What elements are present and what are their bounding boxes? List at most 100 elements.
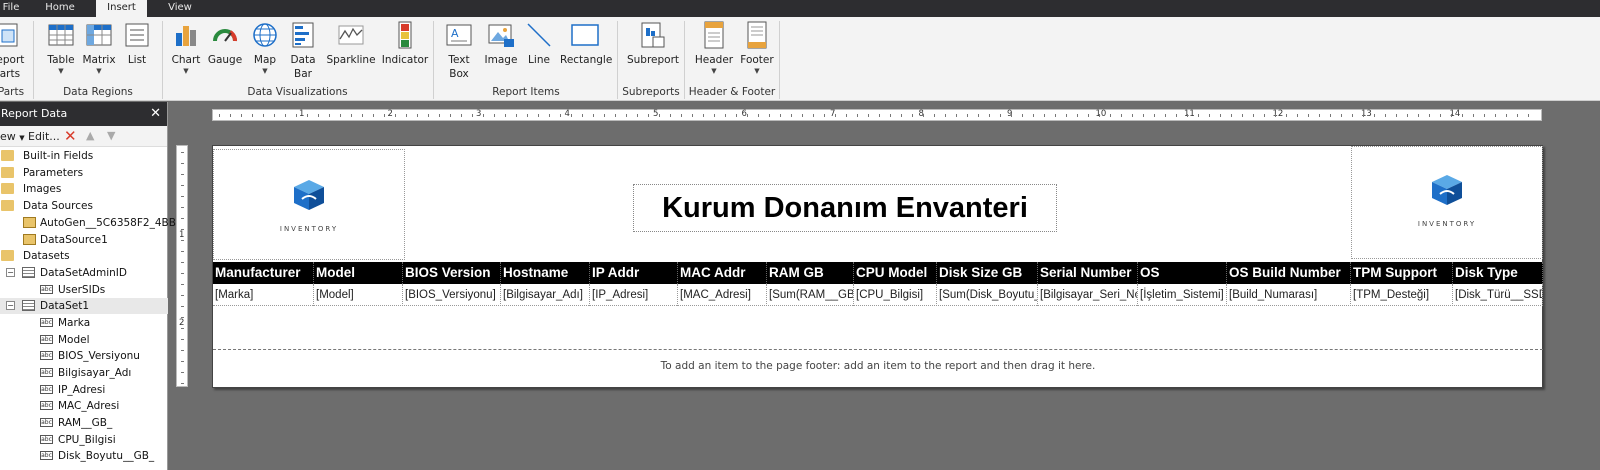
- detail-field-cell[interactable]: [İşletim_Sistemi]: [1138, 284, 1227, 306]
- logo-text: INVENTORY: [1417, 220, 1477, 228]
- collapse-icon[interactable]: −: [6, 301, 15, 310]
- report-parts-button[interactable]: Report Parts: [0, 21, 28, 81]
- ruler-tick: [181, 339, 184, 340]
- tree-dataset-item[interactable]: − DataSet1: [0, 298, 168, 314]
- ruler-tick: [263, 114, 264, 117]
- inventory-logo-icon: [294, 180, 324, 210]
- sparkline-button[interactable]: Sparkline: [326, 21, 376, 67]
- report-design-surface[interactable]: INVENTORY INVENTORY Kurum Donanım Envant…: [212, 145, 1543, 388]
- tree-field-item[interactable]: abc CPU_Bilgisi: [0, 432, 168, 448]
- column-header-cell[interactable]: Disk Size GB: [937, 262, 1038, 284]
- detail-field-cell[interactable]: [BIOS_Versiyonu]: [403, 284, 501, 306]
- ruler-number: 2: [179, 318, 185, 328]
- detail-field-cell[interactable]: [Marka]: [213, 284, 314, 306]
- gauge-button[interactable]: Gauge: [204, 21, 246, 67]
- detail-field-cell[interactable]: [Sum(RAM__GB_)]: [767, 284, 854, 306]
- report-title-textbox[interactable]: Kurum Donanım Envanteri: [633, 184, 1057, 232]
- subreport-button[interactable]: Subreport: [626, 21, 680, 67]
- line-button[interactable]: Line: [518, 21, 560, 67]
- detail-field-cell[interactable]: [Bilgisayar_Adı]: [501, 284, 590, 306]
- rectangle-button[interactable]: Rectangle: [560, 21, 612, 67]
- tree-field-item[interactable]: abc BIOS_Versiyonu: [0, 348, 168, 364]
- detail-field-cell[interactable]: [Disk_Türü__SSD]: [1453, 284, 1543, 306]
- tree-item-label: Data Sources: [23, 200, 93, 212]
- tab-home[interactable]: Home: [36, 0, 84, 17]
- ruler-tick: [1220, 114, 1221, 117]
- tree-datasource-item[interactable]: DataSource1: [0, 232, 168, 248]
- tab-view[interactable]: View: [160, 0, 200, 17]
- indicator-button[interactable]: Indicator: [381, 21, 429, 67]
- edit-button[interactable]: Edit...: [28, 130, 60, 143]
- column-header-cell[interactable]: Hostname: [501, 262, 590, 284]
- column-header-cell[interactable]: Serial Number: [1038, 262, 1138, 284]
- tree-field-item[interactable]: abc Marka: [0, 315, 168, 331]
- detail-field-cell[interactable]: [Sum(Disk_Boyutu__GB_)]: [937, 284, 1038, 306]
- delete-icon[interactable]: ✕: [64, 127, 77, 145]
- tree-folder-item[interactable]: Datasets: [0, 248, 168, 264]
- ruler-tick: [461, 114, 462, 117]
- ruler-tick: [1396, 114, 1397, 117]
- detail-field-cell[interactable]: [IP_Adresi]: [590, 284, 678, 306]
- tree-folder-item[interactable]: Data Sources: [0, 198, 168, 214]
- datasource-icon: [23, 234, 36, 245]
- inventory-logo-icon: [1432, 175, 1462, 205]
- logo-image-left[interactable]: INVENTORY: [213, 149, 405, 260]
- column-header-cell[interactable]: OS Build Number: [1227, 262, 1351, 284]
- move-up-icon[interactable]: ▲: [86, 129, 94, 142]
- tree-field-item[interactable]: abc UserSIDs: [0, 282, 168, 298]
- tree-field-item[interactable]: abc Model: [0, 332, 168, 348]
- collapse-icon[interactable]: −: [6, 268, 15, 277]
- column-header-cell[interactable]: CPU Model: [854, 262, 937, 284]
- tab-insert[interactable]: Insert: [96, 0, 147, 17]
- detail-field-cell[interactable]: [Build_Numarası]: [1227, 284, 1351, 306]
- image-button[interactable]: Image: [480, 21, 522, 67]
- logo-image-right[interactable]: INVENTORY: [1351, 146, 1543, 259]
- tree-datasource-item[interactable]: AutoGen__5C6358F2_4BB6_: [0, 215, 188, 231]
- detail-field-cell[interactable]: [TPM_Desteği]: [1351, 284, 1453, 306]
- ribbon-separator: [779, 21, 780, 99]
- tree-folder-item[interactable]: Parameters: [0, 165, 168, 181]
- table-button[interactable]: Table ▼: [40, 21, 82, 75]
- column-header-cell[interactable]: BIOS Version: [403, 262, 501, 284]
- column-header-cell[interactable]: OS: [1138, 262, 1227, 284]
- ruler-tick: [1341, 114, 1342, 117]
- tab-file[interactable]: File: [0, 0, 22, 17]
- tree-field-item[interactable]: abc Bilgisayar_Adı: [0, 365, 168, 381]
- tree-dataset-item[interactable]: − DataSetAdminID: [0, 265, 168, 281]
- detail-field-cell[interactable]: [Bilgisayar_Seri_No]: [1038, 284, 1138, 306]
- column-header-cell[interactable]: RAM GB: [767, 262, 854, 284]
- chart-button[interactable]: Chart ▼: [165, 21, 207, 75]
- close-icon[interactable]: ✕: [150, 102, 161, 126]
- group-label-data-visualizations: Data Visualizations: [247, 86, 348, 98]
- tree-field-item[interactable]: abc RAM__GB_: [0, 415, 168, 431]
- map-button[interactable]: Map ▼: [244, 21, 286, 75]
- tree-field-item[interactable]: abc Disk_Boyutu__GB_: [0, 448, 168, 464]
- detail-field-cell[interactable]: [MAC_Adresi]: [678, 284, 767, 306]
- ruler-tick: [439, 114, 440, 117]
- tree-item-label: DataSetAdminID: [40, 267, 127, 279]
- header-button[interactable]: Header ▼: [693, 21, 735, 75]
- footer-button[interactable]: Footer ▼: [736, 21, 778, 75]
- tree-field-item[interactable]: abc IP_Adresi: [0, 382, 168, 398]
- column-header-cell[interactable]: Disk Type: [1453, 262, 1543, 284]
- ruler-tick: [1484, 114, 1485, 117]
- column-header-cell[interactable]: MAC Addr: [678, 262, 767, 284]
- column-header-cell[interactable]: Model: [314, 262, 403, 284]
- table-header-row[interactable]: Manufacturer Model BIOS Version Hostname IP …: [213, 262, 1543, 284]
- new-button[interactable]: ew ▼: [0, 130, 25, 143]
- tree-field-item[interactable]: abc MAC_Adresi: [0, 398, 168, 414]
- tree-item-label: Built-in Fields: [23, 150, 94, 162]
- column-header-cell[interactable]: IP Addr: [590, 262, 678, 284]
- detail-field-cell[interactable]: [CPU_Bilgisi]: [854, 284, 937, 306]
- column-header-cell[interactable]: TPM Support: [1351, 262, 1453, 284]
- move-down-icon[interactable]: ▼: [107, 129, 115, 142]
- detail-field-cell[interactable]: [Model]: [314, 284, 403, 306]
- matrix-button[interactable]: Matrix ▼: [78, 21, 120, 75]
- table-detail-row[interactable]: [Marka] [Model] [BIOS_Versiyonu] [Bilgisaya…: [213, 284, 1543, 306]
- textbox-button[interactable]: A Text Box: [440, 21, 478, 81]
- list-button[interactable]: List: [116, 21, 158, 67]
- tree-folder-item[interactable]: Images: [0, 181, 168, 197]
- databar-button[interactable]: Data Bar: [282, 21, 324, 81]
- tree-folder-item[interactable]: Built-in Fields: [0, 148, 168, 164]
- column-header-cell[interactable]: Manufacturer: [213, 262, 314, 284]
